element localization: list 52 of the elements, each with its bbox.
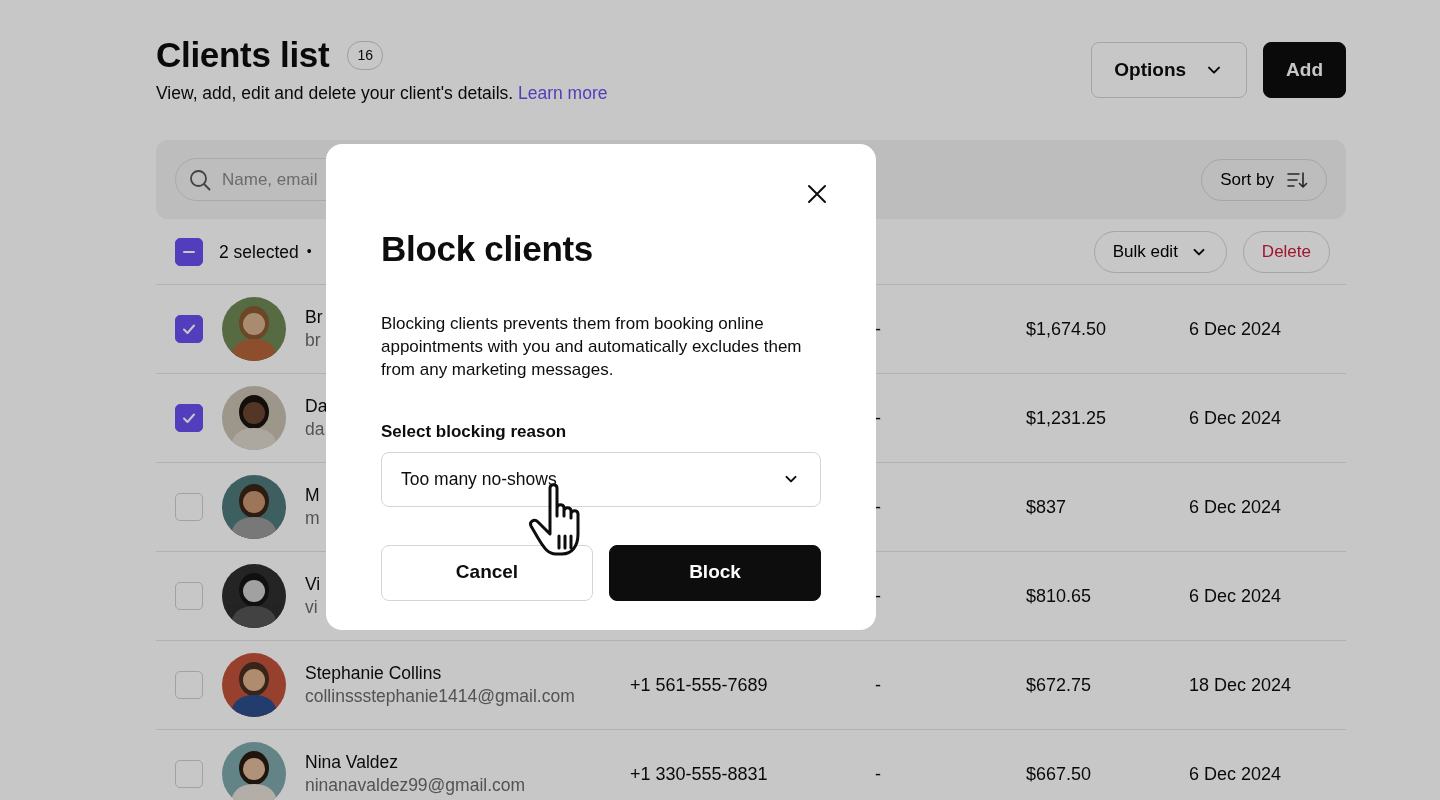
- client-email: collinssstephanie1414@gmail.com: [305, 686, 575, 707]
- field-label: Select blocking reason: [381, 421, 568, 443]
- date: 6 Dec 2024: [1189, 407, 1282, 428]
- selected-count: 2 selected: [219, 240, 299, 264]
- client-email: da: [305, 419, 325, 440]
- amount: $1,231.25: [1026, 407, 1107, 428]
- client-name: Stephanie Collins: [305, 663, 442, 684]
- client-email: m: [305, 508, 320, 529]
- date: 6 Dec 2024: [1189, 763, 1282, 784]
- date: 6 Dec 2024: [1189, 496, 1282, 517]
- table-cell: -: [875, 318, 881, 339]
- client-name: Nina Valdez: [305, 752, 399, 773]
- date: 6 Dec 2024: [1189, 585, 1282, 606]
- phone-number: +1 561-555-7689: [630, 674, 768, 695]
- client-name: Da: [305, 396, 328, 417]
- table-cell: -: [875, 674, 881, 695]
- amount: $810.65: [1026, 585, 1092, 606]
- amount: $672.75: [1026, 674, 1092, 695]
- table-cell: -: [875, 585, 881, 606]
- client-name: M: [305, 485, 320, 506]
- reason-select[interactable]: Too many no-shows: [381, 451, 821, 507]
- phone-number: +1 330-555-8831: [630, 763, 768, 784]
- minus-icon: [182, 249, 196, 254]
- cancel-button[interactable]: Cancel: [381, 544, 593, 601]
- table-cell: -: [875, 407, 881, 428]
- dialog-title: Block clients: [381, 228, 594, 270]
- amount: $667.50: [1026, 763, 1092, 784]
- date: 6 Dec 2024: [1189, 318, 1282, 339]
- count-badge: 16: [347, 40, 383, 70]
- separator-dot: •: [306, 242, 312, 262]
- amount: $837: [1026, 496, 1067, 517]
- page-subtitle: View, add, edit and delete your client's details. Learn more: [156, 82, 608, 105]
- options-button[interactable]: Options: [1091, 42, 1248, 98]
- table-cell: -: [875, 763, 881, 784]
- client-email: br: [305, 330, 321, 351]
- row-checkbox[interactable]: [175, 404, 203, 433]
- client-email: vi: [305, 597, 318, 618]
- client-email: ninanavaldez99@gmail.com: [305, 775, 526, 796]
- search-icon: [189, 169, 211, 192]
- client-name: Vi: [305, 574, 321, 595]
- add-button[interactable]: Add: [1263, 42, 1346, 98]
- sort-icon: [1286, 169, 1308, 190]
- table-cell: -: [875, 496, 881, 517]
- select-all-checkbox[interactable]: [175, 237, 203, 266]
- client-name: Br: [305, 307, 323, 328]
- dialog-description: Blocking clients prevents them from booking online appointments with you and automatically excludes them from any marketing messages.: [381, 313, 803, 381]
- date: 18 Dec 2024: [1189, 674, 1292, 695]
- page-title: Clients list: [156, 34, 330, 76]
- block-button[interactable]: Block: [609, 544, 821, 601]
- row-checkbox[interactable]: [175, 315, 203, 344]
- learn-more-link[interactable]: Learn more: [518, 83, 608, 103]
- amount: $1,674.50: [1026, 318, 1107, 339]
